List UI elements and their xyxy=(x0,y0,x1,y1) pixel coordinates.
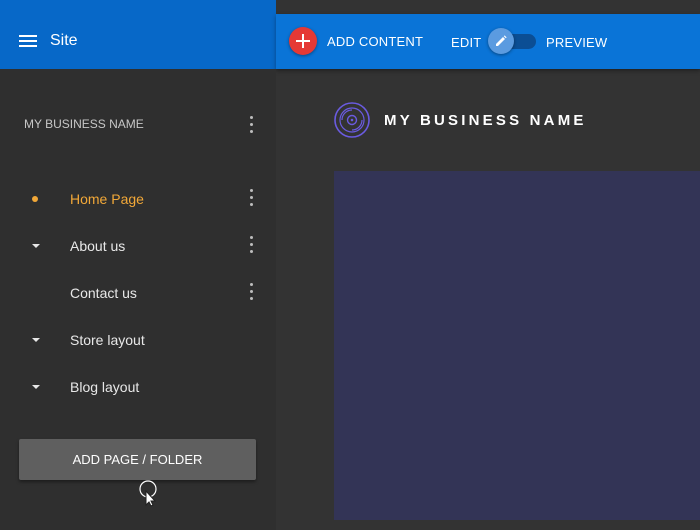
expand-caret-icon[interactable] xyxy=(32,385,40,389)
sidebar-item-label: Home Page xyxy=(70,191,144,207)
sidebar-item-blog-layout[interactable]: Blog layout xyxy=(0,366,276,406)
site-header: Site xyxy=(0,0,276,69)
page-more-options-icon[interactable] xyxy=(250,236,254,254)
add-content-label[interactable]: ADD CONTENT xyxy=(327,34,423,49)
add-page-folder-button[interactable]: ADD PAGE / FOLDER xyxy=(19,439,256,480)
sidebar-item-label: Blog layout xyxy=(70,379,140,395)
sidebar-item-contact-us[interactable]: Contact us xyxy=(0,272,276,312)
sidebar-site-name: MY BUSINESS NAME xyxy=(24,117,144,131)
mouse-cursor-icon xyxy=(139,480,157,507)
active-page-dot-icon xyxy=(32,196,38,202)
site-more-options-icon[interactable] xyxy=(250,116,254,134)
edit-label[interactable]: EDIT xyxy=(451,35,481,50)
page-content-area[interactable] xyxy=(334,171,700,520)
sidebar-item-label: Contact us xyxy=(70,285,137,301)
pencil-icon xyxy=(496,35,507,46)
edit-preview-toggle[interactable] xyxy=(488,28,536,54)
expand-caret-icon[interactable] xyxy=(32,244,40,248)
sidebar-item-label: Store layout xyxy=(70,332,145,348)
page-more-options-icon[interactable] xyxy=(250,189,254,207)
page-sidebar: MY BUSINESS NAME Home Page About us Cont… xyxy=(0,69,276,530)
sidebar-item-label: About us xyxy=(70,238,126,254)
editor-toolbar: ADD CONTENT EDIT PREVIEW xyxy=(276,14,700,69)
preview-label[interactable]: PREVIEW xyxy=(546,35,607,50)
brand-name: MY BUSINESS NAME xyxy=(384,112,587,129)
sidebar-item-store-layout[interactable]: Store layout xyxy=(0,319,276,359)
site-title: Site xyxy=(50,32,78,49)
expand-caret-icon[interactable] xyxy=(32,338,40,342)
sidebar-item-home-page[interactable]: Home Page xyxy=(0,178,276,218)
page-more-options-icon[interactable] xyxy=(250,283,254,301)
sidebar-item-about-us[interactable]: About us xyxy=(0,225,276,265)
toggle-knob[interactable] xyxy=(488,28,514,54)
vinyl-record-icon xyxy=(334,102,370,138)
hamburger-menu-icon[interactable] xyxy=(19,35,37,47)
add-content-button[interactable] xyxy=(289,27,317,55)
